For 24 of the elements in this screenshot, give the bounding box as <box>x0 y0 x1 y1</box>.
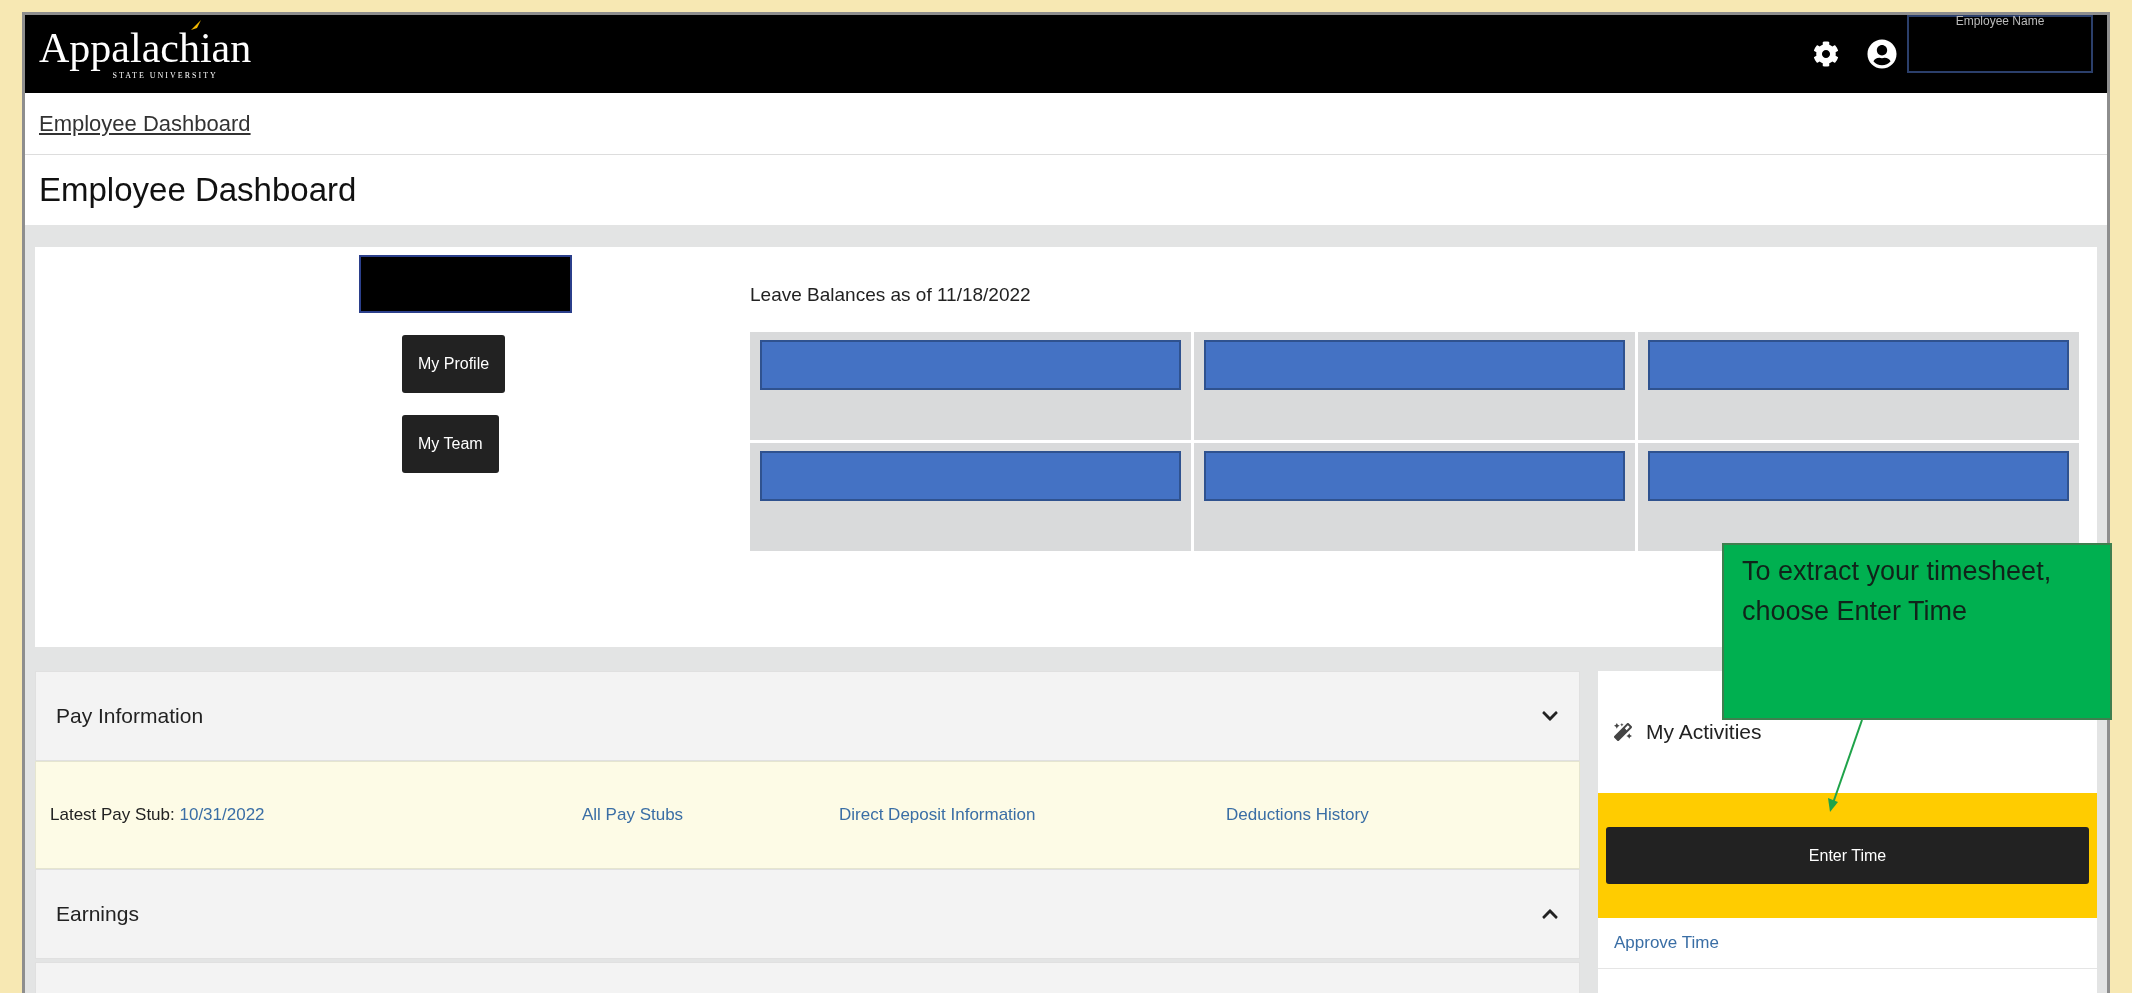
pay-link[interactable]: All Pay Stubs <box>582 805 684 825</box>
section-title: Pay Information <box>56 703 204 730</box>
activity-link[interactable]: Approve Time <box>1614 933 1719 952</box>
logo-text: Appalachian <box>39 26 252 70</box>
activities-title: My Activities <box>1646 719 1762 746</box>
pay-stub-date-link[interactable]: 10/31/2022 <box>179 805 265 825</box>
user-name-box[interactable]: Employee Name <box>1907 15 2093 73</box>
latest-pay-stub-label: Latest Pay Stub: <box>50 805 175 825</box>
wand-icon <box>1614 723 1632 741</box>
pay-link[interactable]: Deductions History <box>1226 805 1369 825</box>
pay-information-header[interactable]: Pay Information <box>35 671 1580 761</box>
callout-box: To extract your timesheet, choose Enter Time <box>1722 543 2112 720</box>
earnings-header[interactable]: Earnings <box>35 869 1580 959</box>
settings-icon[interactable] <box>1813 41 1839 67</box>
breadcrumb-link[interactable]: Employee Dashboard <box>39 107 251 140</box>
user-icon[interactable] <box>1867 39 1897 69</box>
page-title: Employee Dashboard <box>39 170 357 211</box>
profile-button[interactable]: My Team <box>402 415 499 473</box>
section-title: Earnings <box>56 901 139 928</box>
profile-button[interactable]: My Profile <box>402 335 506 393</box>
logo-subtext: STATE UNIVERSITY <box>112 71 218 82</box>
pay-link[interactable]: Direct Deposit Information <box>839 805 1036 825</box>
enter-time-button[interactable]: Enter Time <box>1606 827 2089 884</box>
leave-balances-title: Leave Balances as of 11/18/2022 <box>750 283 1032 307</box>
